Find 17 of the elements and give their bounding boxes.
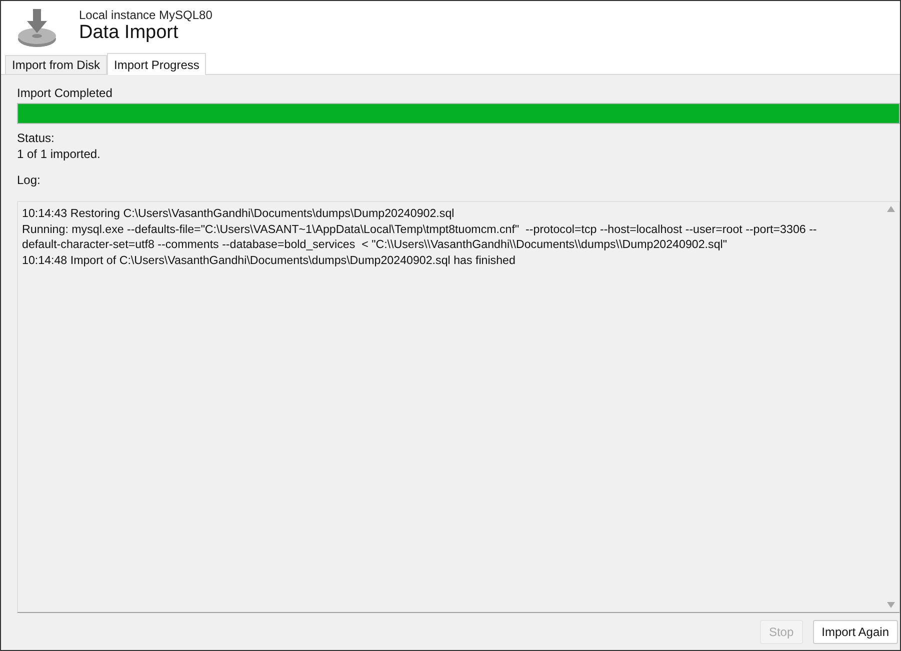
scroll-up-icon[interactable]	[887, 206, 895, 212]
progress-label: Import Completed	[17, 85, 114, 101]
log-line: default-character-set=utf8 --comments --database=bold_services < "C:\\Users\\VasanthGandhi\\Documents\\dumps\\Dump20240902.sql"	[22, 237, 728, 252]
status-text: 1 of 1 imported.	[17, 146, 102, 162]
connection-name: Local instance MySQL80	[79, 8, 212, 22]
page-title: Data Import	[79, 22, 180, 44]
log-line: Running: mysql.exe --defaults-file="C:\Users\VASANT~1\AppData\Local\Temp\tmpt8tuomcm.cnf" --protocol=tcp --host=localhost --user=root --port=3306 --	[22, 222, 818, 237]
log-line: 10:14:48 Import of C:\Users\VasanthGandhi\Documents\dumps\Dump20240902.sql has finished	[22, 252, 516, 268]
tab[interactable]: Import Progress	[107, 53, 206, 75]
import-again-button[interactable]: Import Again	[812, 620, 898, 644]
import-disk-icon	[17, 9, 57, 49]
scroll-down-icon[interactable]	[887, 602, 895, 608]
log-line: 10:14:43 Restoring C:\Users\VasanthGandhi\Documents\dumps\Dump20240902.sql	[22, 206, 456, 222]
log-label: Log:	[17, 172, 42, 188]
tab[interactable]: Import from Disk	[5, 55, 108, 74]
log-area[interactable]	[17, 201, 900, 613]
status-label: Status:	[17, 130, 56, 146]
